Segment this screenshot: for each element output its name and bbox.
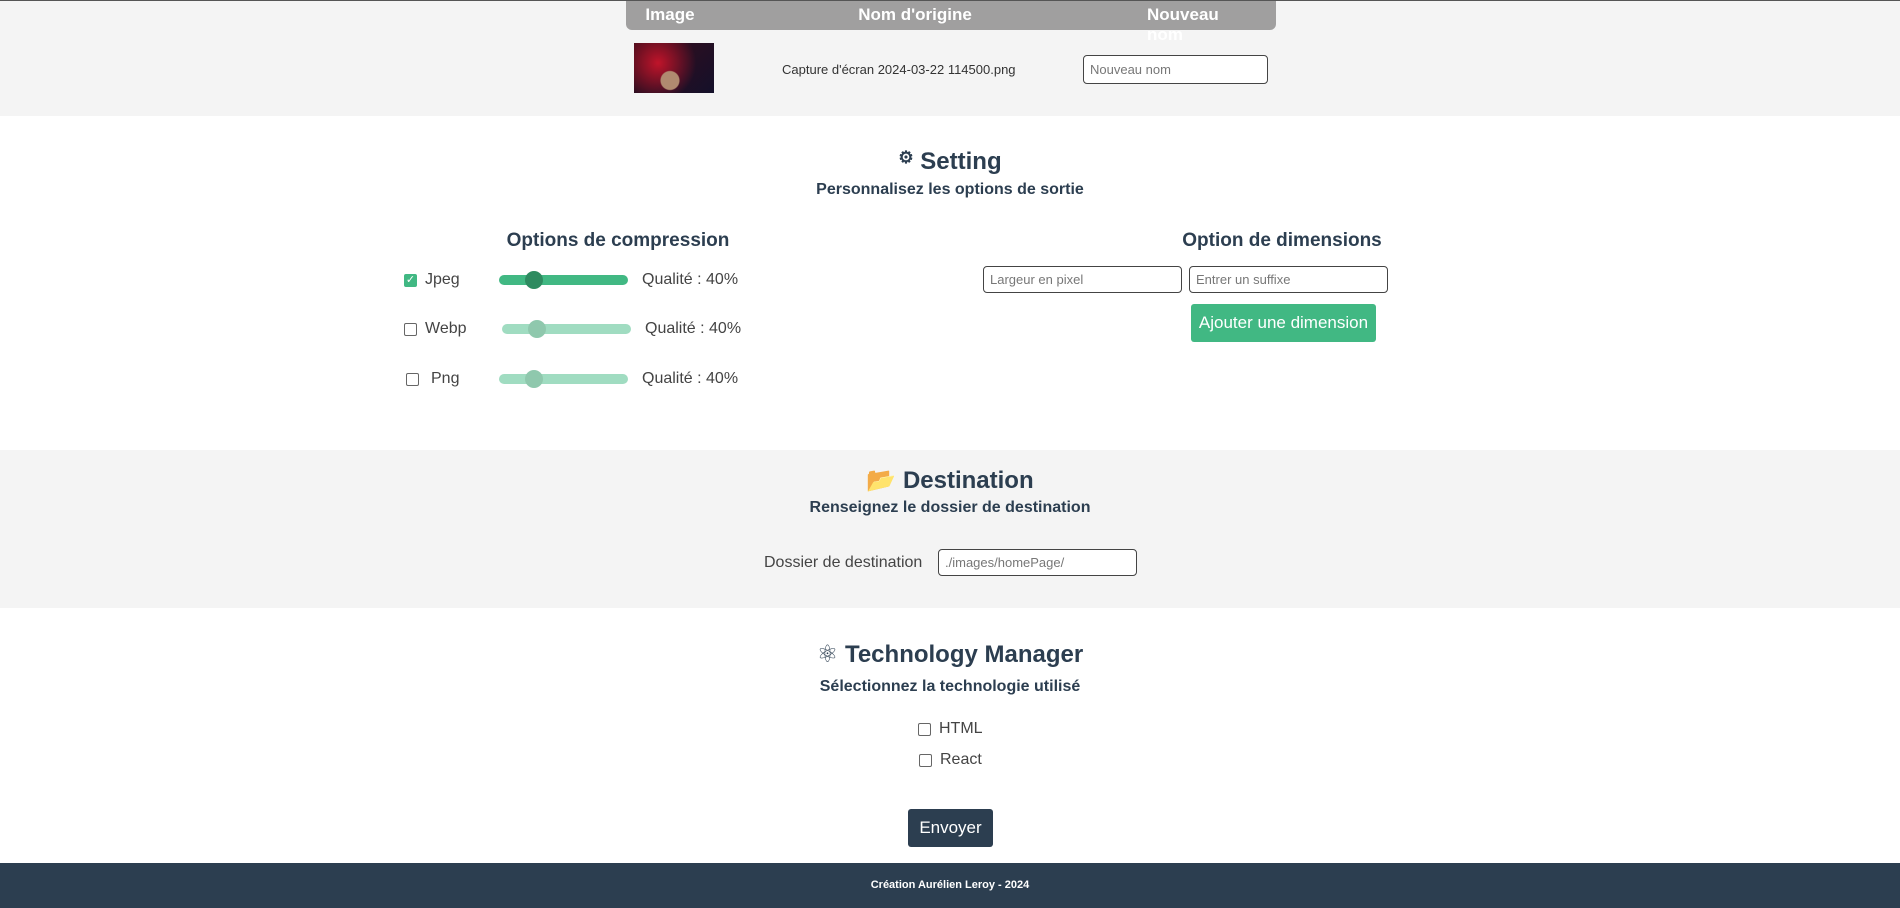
new-name-input[interactable]: [1083, 55, 1268, 84]
webp-checkbox[interactable]: [404, 323, 417, 336]
slider-thumb[interactable]: [524, 271, 543, 289]
header-original-name: Nom d'origine: [858, 5, 972, 24]
png-quality-slider[interactable]: [499, 370, 628, 388]
html-checkbox[interactable]: [918, 723, 931, 736]
dimensions-title: Option de dimensions: [1182, 230, 1382, 251]
header-image: Image: [645, 5, 695, 24]
technology-title: Technology Manager: [844, 641, 1084, 668]
suffix-input[interactable]: [1189, 266, 1388, 293]
png-checkbox[interactable]: [406, 373, 419, 386]
slider-thumb[interactable]: [527, 320, 546, 338]
width-input[interactable]: [983, 266, 1182, 293]
add-dimension-button[interactable]: Ajouter une dimension: [1191, 304, 1376, 342]
technology-subtitle: Sélectionnez la technologie utilisé: [819, 678, 1081, 695]
webp-quality-text: Qualité : 40%: [645, 320, 742, 337]
destination-subtitle: Renseignez le dossier de destination: [809, 499, 1091, 516]
jpeg-quality-slider[interactable]: [499, 271, 628, 289]
webp-quality-slider[interactable]: [502, 320, 631, 338]
footer-text: Création Aurélien Leroy - 2024: [870, 879, 1030, 891]
jpeg-quality-text: Qualité : 40%: [642, 271, 739, 288]
react-checkbox[interactable]: [919, 754, 932, 767]
table-header: Image Nom d'origine Nouveau nom: [626, 1, 1276, 44]
jpeg-label: Jpeg: [425, 271, 460, 288]
gears-icon: ⚙︎: [898, 148, 914, 167]
footer: Création Aurélien Leroy - 2024: [0, 863, 1900, 908]
destination-title: Destination: [902, 467, 1034, 494]
slider-thumb[interactable]: [524, 370, 543, 388]
setting-title: Setting: [920, 148, 1002, 175]
original-filename: Capture d'écran 2024-03-22 114500.png: [782, 62, 1016, 77]
header-new-name: Nouveau nom: [1147, 5, 1219, 44]
destination-input[interactable]: [938, 549, 1137, 576]
folder-open-icon: 📂: [866, 467, 897, 494]
atom-icon: ⚛: [816, 641, 839, 668]
png-quality-text: Qualité : 40%: [642, 370, 739, 387]
react-label: React: [940, 751, 982, 768]
setting-header: ⚙︎ Setting: [0, 148, 1900, 176]
jpeg-checkbox[interactable]: ✓: [404, 274, 417, 287]
submit-button[interactable]: Envoyer: [908, 809, 993, 847]
destination-label: Dossier de destination: [764, 554, 923, 571]
compression-title: Options de compression: [506, 230, 730, 251]
image-thumbnail: [634, 43, 714, 93]
webp-label: Webp: [425, 320, 467, 337]
png-label: Png: [431, 370, 460, 387]
html-label: HTML: [939, 720, 983, 737]
setting-subtitle: Personnalisez les options de sortie: [816, 181, 1084, 198]
